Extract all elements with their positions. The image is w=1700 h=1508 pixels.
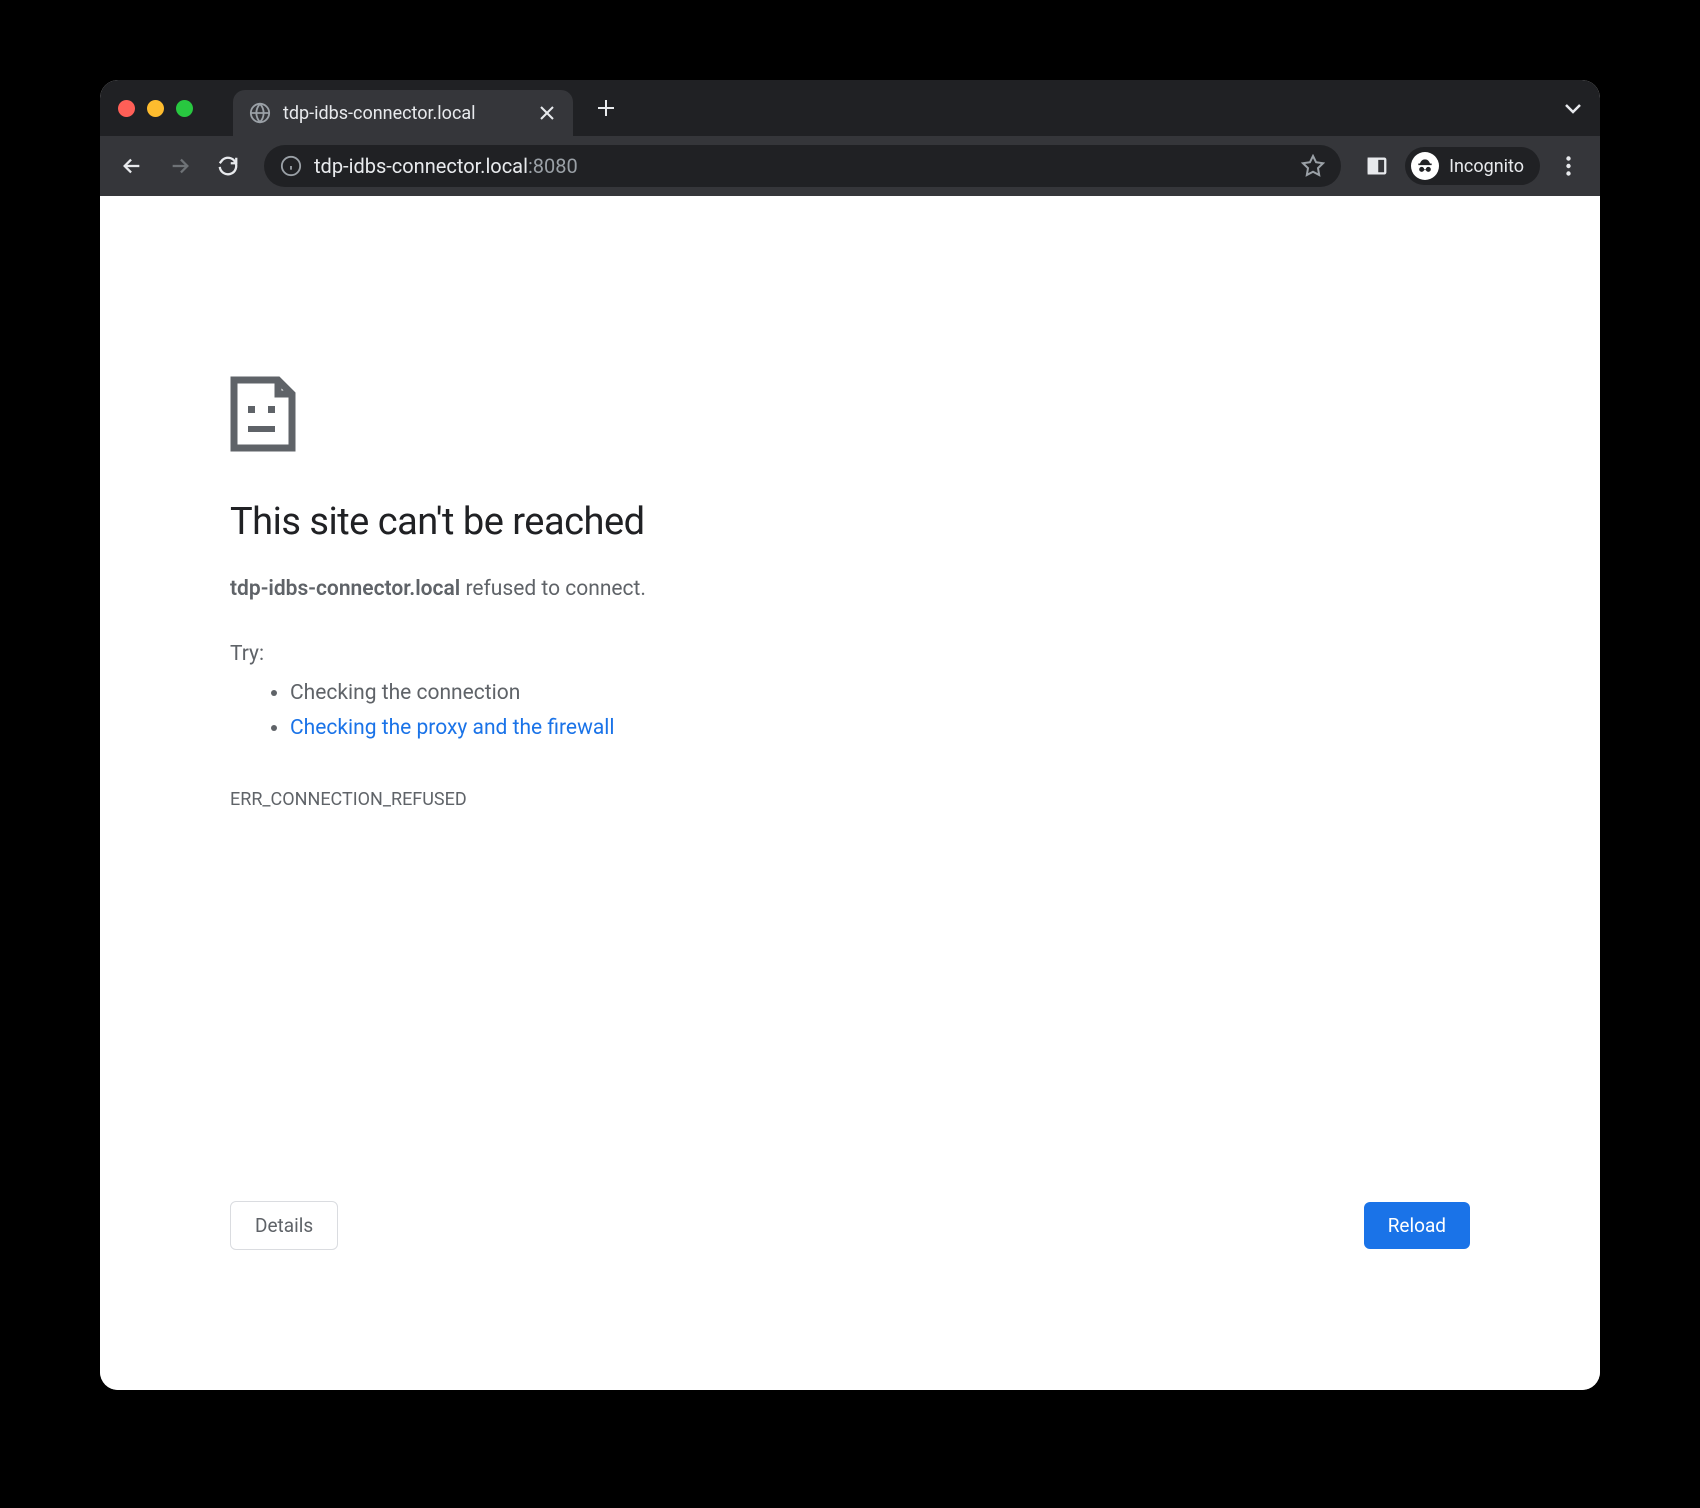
tab-title: tdp-idbs-connector.local: [283, 103, 525, 124]
panel-icon: [1366, 155, 1388, 177]
globe-icon: [249, 102, 271, 124]
side-panel-button[interactable]: [1357, 146, 1397, 186]
arrow-right-icon: [169, 155, 191, 177]
page-content: This site can't be reached tdp-idbs-conn…: [100, 196, 1600, 1390]
window-close-button[interactable]: [118, 100, 135, 117]
suggestion-text: Checking the connection: [290, 681, 520, 705]
url-port: :8080: [528, 154, 578, 178]
bookmark-star-icon[interactable]: [1301, 154, 1325, 178]
url-host: tdp-idbs-connector.local: [314, 154, 528, 178]
chevron-down-icon: [1564, 102, 1582, 114]
suggestion-link-text: Checking the proxy and the firewall: [290, 716, 615, 740]
suggestions-list: Checking the connection Checking the pro…: [230, 676, 1470, 747]
reload-button[interactable]: Reload: [1364, 1202, 1470, 1249]
new-tab-button[interactable]: [591, 99, 621, 117]
error-code: ERR_CONNECTION_REFUSED: [230, 789, 1470, 810]
window-minimize-button[interactable]: [147, 100, 164, 117]
suggestion-item: Checking the connection: [290, 676, 1470, 712]
suggestion-item-link[interactable]: Checking the proxy and the firewall: [290, 711, 1470, 747]
incognito-label: Incognito: [1449, 156, 1524, 177]
browser-window: tdp-idbs-connector.local tdp-idbs-connec…: [100, 80, 1600, 1390]
button-row: Details Reload: [230, 1201, 1470, 1330]
window-controls: [118, 100, 193, 117]
browser-tab[interactable]: tdp-idbs-connector.local: [233, 90, 573, 136]
reload-icon: [217, 155, 239, 177]
toolbar: tdp-idbs-connector.local:8080 Incognito: [100, 136, 1600, 196]
try-label: Try:: [230, 642, 1470, 666]
title-bar: tdp-idbs-connector.local: [100, 80, 1600, 136]
address-bar[interactable]: tdp-idbs-connector.local:8080: [264, 145, 1341, 187]
forward-button[interactable]: [160, 146, 200, 186]
plus-icon: [597, 99, 615, 117]
arrow-left-icon: [121, 155, 143, 177]
error-host: tdp-idbs-connector.local: [230, 577, 460, 601]
error-title: This site can't be reached: [230, 500, 1470, 544]
browser-menu-button[interactable]: [1548, 146, 1588, 186]
details-button[interactable]: Details: [230, 1201, 338, 1250]
dots-vertical-icon: [1566, 156, 1571, 176]
back-button[interactable]: [112, 146, 152, 186]
url-text: tdp-idbs-connector.local:8080: [314, 154, 1289, 178]
window-maximize-button[interactable]: [176, 100, 193, 117]
reload-toolbar-button[interactable]: [208, 146, 248, 186]
incognito-badge[interactable]: Incognito: [1405, 147, 1540, 185]
close-icon: [540, 106, 554, 120]
error-message-suffix: refused to connect.: [460, 577, 646, 601]
error-message: tdp-idbs-connector.local refused to conn…: [230, 574, 1470, 606]
tabs-dropdown-button[interactable]: [1564, 98, 1582, 119]
info-icon: [280, 155, 302, 177]
incognito-icon: [1411, 152, 1439, 180]
tab-close-button[interactable]: [537, 103, 557, 123]
sad-page-icon: [230, 376, 296, 452]
